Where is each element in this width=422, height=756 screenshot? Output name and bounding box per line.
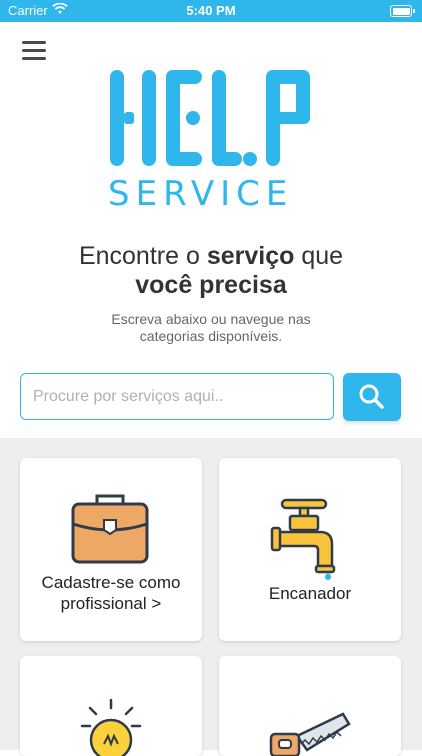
- card-register-professional[interactable]: Cadastre-se como profissional >: [20, 458, 202, 641]
- headline: Encontre o serviço que você precisa: [78, 242, 344, 299]
- lightbulb-icon: [80, 698, 142, 756]
- card-plumber[interactable]: Encanador: [219, 458, 401, 641]
- card-label: Cadastre-se como profissional >: [41, 573, 181, 613]
- logo-subtitle: SERVICE: [108, 174, 294, 214]
- search-input[interactable]: [20, 373, 334, 420]
- menu-icon[interactable]: [22, 41, 46, 61]
- card-electrician[interactable]: [20, 656, 202, 756]
- subtitle: Escreva abaixo ou navegue nas categorias …: [111, 311, 311, 344]
- faucet-icon: [270, 498, 336, 580]
- search-button[interactable]: [343, 373, 401, 421]
- card-carpenter[interactable]: [219, 656, 401, 756]
- briefcase-icon: [71, 494, 149, 564]
- battery-icon: [390, 5, 415, 17]
- category-grid: Cadastre-se como profissional > Encanador: [0, 438, 422, 756]
- clock: 5:40 PM: [186, 3, 236, 18]
- card-label: Encanador: [268, 584, 352, 603]
- help-logo: [110, 70, 310, 166]
- search-icon: [359, 384, 384, 409]
- status-bar: Carrier 5:40 PM: [0, 0, 422, 22]
- saw-icon: [269, 712, 351, 756]
